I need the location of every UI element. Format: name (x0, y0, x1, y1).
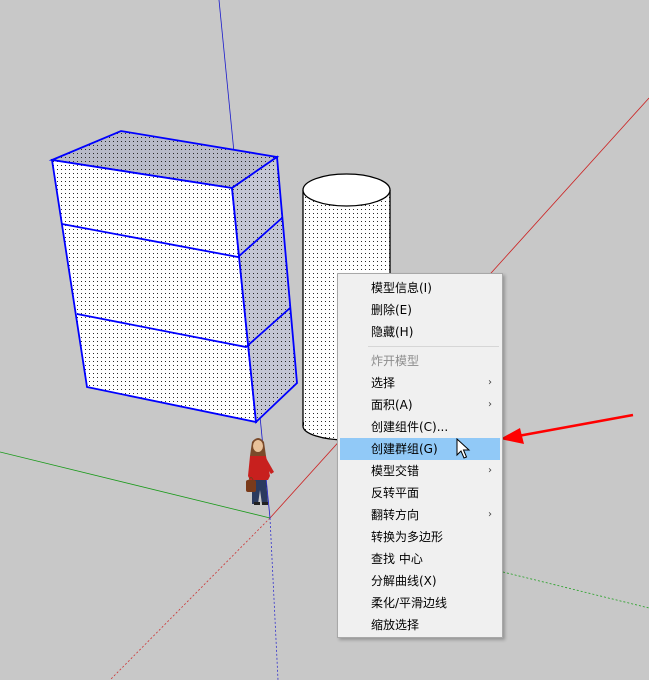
context-menu: 模型信息(I) 删除(E) 隐藏(H) 炸开模型选择 › 面积(A) › 创建组件(C)...… (337, 273, 503, 638)
menu-item-面积-A[interactable]: 面积(A) › (338, 394, 502, 416)
menu-item-label: 删除(E) (371, 303, 412, 317)
menu-item-翻转方向[interactable]: 翻转方向 › (338, 504, 502, 526)
menu-item-label: 转换为多边形 (371, 530, 444, 544)
mouse-pointer-icon (456, 438, 471, 459)
menu-item-label: 隐藏(H) (371, 325, 414, 339)
menu-item-label: 分解曲线(X) (371, 574, 437, 588)
menu-item-创建群组-G[interactable]: 创建群组(G) (340, 438, 500, 460)
submenu-arrow-icon: › (488, 465, 492, 476)
menu-item-label: 面积(A) (371, 398, 413, 412)
menu-item-模型信息-I[interactable]: 模型信息(I) (338, 277, 502, 299)
menu-item-label: 缩放选择 (371, 618, 420, 632)
menu-item-删除-E[interactable]: 删除(E) (338, 299, 502, 321)
menu-item-查找-中心[interactable]: 查找 中心 (338, 548, 502, 570)
menu-item-label: 炸开模型 (371, 354, 420, 368)
menu-item-label: 创建群组(G) (371, 442, 438, 456)
submenu-arrow-icon: › (488, 377, 492, 388)
menu-item-选择[interactable]: 选择 › (338, 372, 502, 394)
menu-item-label: 创建组件(C)... (371, 420, 449, 434)
menu-item-柔化-平滑边线[interactable]: 柔化/平滑边线 (338, 592, 502, 614)
green-axis-dashed (502, 571, 649, 609)
modeling-viewport[interactable] (0, 0, 649, 680)
selected-box-model[interactable] (48, 130, 298, 424)
menu-separator (368, 346, 499, 347)
menu-item-label: 查找 中心 (371, 552, 423, 566)
annotation-arrow (500, 413, 634, 444)
menu-item-label: 模型交错 (371, 464, 420, 478)
red-axis-dashed (109, 517, 271, 680)
menu-item-转换为多边形[interactable]: 转换为多边形 (338, 526, 502, 548)
submenu-arrow-icon: › (488, 399, 492, 410)
menu-item-label: 柔化/平滑边线 (371, 596, 448, 610)
menu-item-反转平面[interactable]: 反转平面 (338, 482, 502, 504)
menu-item-分解曲线-X[interactable]: 分解曲线(X) (338, 570, 502, 592)
menu-item-label: 反转平面 (371, 486, 420, 500)
scale-figure-person (246, 438, 274, 505)
menu-item-模型交错[interactable]: 模型交错 › (338, 460, 502, 482)
submenu-arrow-icon: › (488, 509, 492, 520)
green-axis (0, 451, 271, 519)
menu-item-创建组件-C[interactable]: 创建组件(C)... (338, 416, 502, 438)
menu-item-炸开模型: 炸开模型 (338, 350, 502, 372)
menu-item-隐藏-H[interactable]: 隐藏(H) (338, 321, 502, 343)
menu-item-缩放选择[interactable]: 缩放选择 (338, 614, 502, 636)
menu-item-label: 翻转方向 (371, 508, 420, 522)
menu-item-label: 模型信息(I) (371, 281, 432, 295)
menu-item-label: 选择 (371, 376, 396, 390)
blue-axis-dashed (269, 517, 279, 680)
